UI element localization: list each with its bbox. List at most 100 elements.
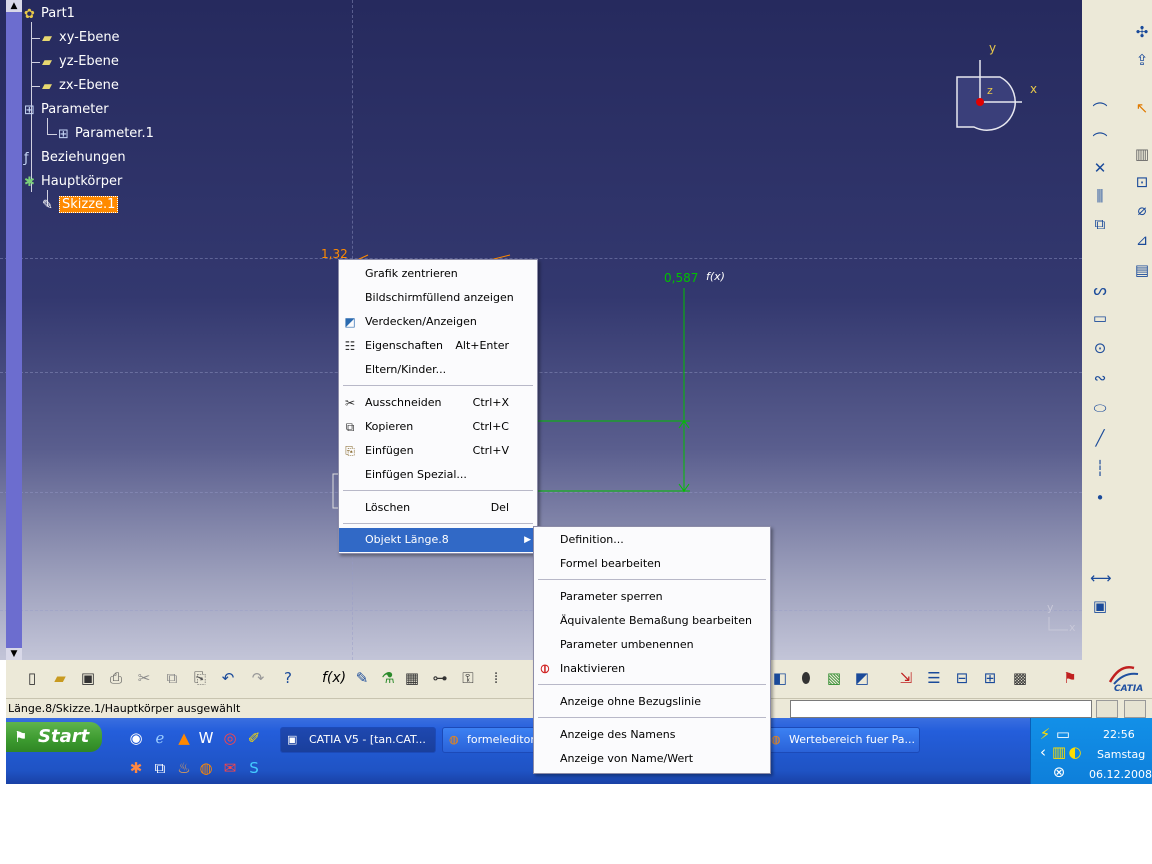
command-input[interactable] [790,700,1092,718]
quicklaunch-icon[interactable]: ⧉ [150,758,170,778]
paste-icon[interactable]: ⎘ [190,668,210,688]
tree-item-parameter[interactable]: ⊞ Parameter [24,102,109,118]
stamp-icon[interactable]: ▣ [1090,596,1110,616]
constraint-icon[interactable]: ▥ [1132,144,1152,164]
vlc-icon[interactable]: ▲ [174,728,194,748]
lock-icon[interactable]: ⚿ [458,668,478,688]
new-file-icon[interactable]: ▯ [22,668,42,688]
submenu-item-show-without-reference-line[interactable]: Anzeige ohne Bezugslinie [534,690,770,714]
profile-icon[interactable]: ᔕ [1090,280,1110,300]
ie-icon[interactable]: ℯ [150,728,170,748]
tray-monitor-icon[interactable]: ▭ [1053,724,1073,744]
analysis-icon[interactable]: ▤ [1132,260,1152,280]
submenu-item-rename-parameter[interactable]: Parameter umbenennen [534,633,770,657]
menu-item-properties[interactable]: ☷ Eigenschaften Alt+Enter [339,334,537,358]
command-button[interactable] [1096,700,1118,718]
submenu-item-show-name-value[interactable]: Anzeige von Name/Wert [534,747,770,771]
tree-item-sketch-1[interactable]: ✎ Skizze.1 [42,196,119,213]
clip-icon[interactable]: ⌀ [1132,200,1152,220]
menu-item-cut[interactable]: ✂ Ausschneiden Ctrl+X [339,391,537,415]
word-icon[interactable]: W [196,728,216,748]
knowledge-icon[interactable]: ⚗ [378,668,398,688]
render-icon[interactable]: ▧ [824,668,844,688]
firefox-icon[interactable]: ◍ [196,758,216,778]
submenu-item-show-name[interactable]: Anzeige des Namens [534,723,770,747]
submenu-item-definition[interactable]: Definition... [534,528,770,552]
comment-icon[interactable]: ✎ [352,668,372,688]
task-catia[interactable]: ▣ CATIA V5 - [tan.CAT... [280,727,436,753]
clock-time[interactable]: 22:56 [1103,728,1135,741]
open-folder-icon[interactable]: ▰ [50,668,70,688]
tree-item-zx-plane[interactable]: ▰ zx-Ebene [42,78,119,94]
task-formeleditor[interactable]: ◍ formeleditor - [442,727,544,753]
circle-icon[interactable]: ⊙ [1090,338,1110,358]
reaction-icon[interactable]: ⦙ [486,668,506,688]
spline-icon[interactable]: ∾ [1090,368,1110,388]
menu-item-paste[interactable]: ⎘ Einfügen Ctrl+V [339,439,537,463]
screen-icon[interactable]: ▩ [1010,668,1030,688]
menu-item-center-graphic[interactable]: Grafik zentrieren [339,262,537,286]
rectangle-icon[interactable]: ▭ [1090,308,1110,328]
scroll-up-arrow-icon[interactable]: ▲ [6,0,22,12]
edit-multi-icon[interactable]: ⊿ [1132,230,1152,250]
formula-button[interactable]: f(x) [322,670,346,686]
axis-icon[interactable]: ┆ [1090,458,1110,478]
point-icon[interactable]: • [1090,488,1110,508]
hierarchy-icon[interactable]: ⊟ [952,668,972,688]
save-icon[interactable]: ▣ [78,668,98,688]
trim-icon[interactable]: ✕ [1090,158,1110,178]
cut-icon[interactable]: ✂ [134,668,154,688]
tree-item-part1[interactable]: ✿ Part1 [24,6,75,22]
table-icon[interactable]: ▦ [402,668,422,688]
exit-workbench-icon[interactable]: ⇪ [1132,50,1152,70]
menu-item-hide-show[interactable]: ◩ Verdecken/Anzeigen [339,310,537,334]
tree-item-parameter-1[interactable]: ⊞ Parameter.1 [58,126,154,142]
browser-icon[interactable]: ◉ [126,728,146,748]
shading-icon[interactable]: ◩ [852,668,872,688]
auto-constraint-icon[interactable]: ⊡ [1132,172,1152,192]
menu-item-copy[interactable]: ⧉ Kopieren Ctrl+C [339,415,537,439]
quicklaunch-icon[interactable]: ✐ [244,728,264,748]
start-button[interactable]: ⚑ Start [6,722,102,752]
scroll-down-arrow-icon[interactable]: ▼ [6,648,22,660]
command-button[interactable] [1124,700,1146,718]
submenu-item-lock-parameter[interactable]: Parameter sperren [534,585,770,609]
hierarchy2-icon[interactable]: ⊞ [980,668,1000,688]
redo-icon[interactable]: ↷ [248,668,268,688]
tree-item-relations[interactable]: ƒ Beziehungen [24,150,126,166]
view-cube-icon[interactable]: ◧ [770,668,790,688]
submenu-item-edit-formula[interactable]: Formel bearbeiten [534,552,770,576]
menu-item-delete[interactable]: Löschen Del [339,496,537,520]
copy-icon[interactable]: ⧉ [162,668,182,688]
dimension-label[interactable]: 0,587 [664,271,698,285]
menu-item-parents-children[interactable]: Eltern/Kinder... [339,358,537,382]
project-icon[interactable]: ⧉ [1090,214,1110,234]
tray-security-icon[interactable]: ◐ [1065,742,1085,762]
quicklaunch-icon[interactable]: ✱ [126,758,146,778]
tree-item-xy-plane[interactable]: ▰ xy-Ebene [42,30,120,46]
tray-app-icon[interactable]: ⊗ [1049,762,1069,782]
tools-icon[interactable]: ✣ [1132,22,1152,42]
mirror-icon[interactable]: ⫼ [1090,186,1110,206]
tree-item-yz-plane[interactable]: ▰ yz-Ebene [42,54,119,70]
cylinder-view-icon[interactable]: ⬮ [796,668,816,688]
line-icon[interactable]: ╱ [1090,428,1110,448]
select-arrow-icon[interactable]: ↖ [1132,98,1152,118]
opera-icon[interactable]: ◎ [220,728,240,748]
tree-scrollbar[interactable]: ▲ ▼ [6,0,22,660]
submenu-item-edit-equivalent-dimension[interactable]: Äquivalente Bemaßung bearbeiten [534,609,770,633]
menu-item-object-length[interactable]: Objekt Länge.8 ▶ [339,528,537,552]
menu-item-fullscreen[interactable]: Bildschirmfüllend anzeigen [339,286,537,310]
skype-icon[interactable]: S [244,758,264,778]
quicklaunch-icon[interactable]: ♨ [174,758,194,778]
sketch-analysis-icon[interactable]: ⇲ [896,668,916,688]
chamfer-icon[interactable]: ⌒ [1090,130,1110,150]
measure-icon[interactable]: ⟷ [1090,568,1112,588]
undo-icon[interactable]: ↶ [218,668,238,688]
submenu-item-deactivate[interactable]: ⦶ Inaktivieren [534,657,770,681]
task-wertebereich[interactable]: ◍ Wertebereich fuer Pa... [768,727,920,753]
tree-view-icon[interactable]: ⊶ [430,668,450,688]
workbench-icon[interactable]: ⚑ [1060,668,1080,688]
menu-item-paste-special[interactable]: Einfügen Spezial... [339,463,537,487]
ellipse-icon[interactable]: ⬭ [1090,398,1110,418]
